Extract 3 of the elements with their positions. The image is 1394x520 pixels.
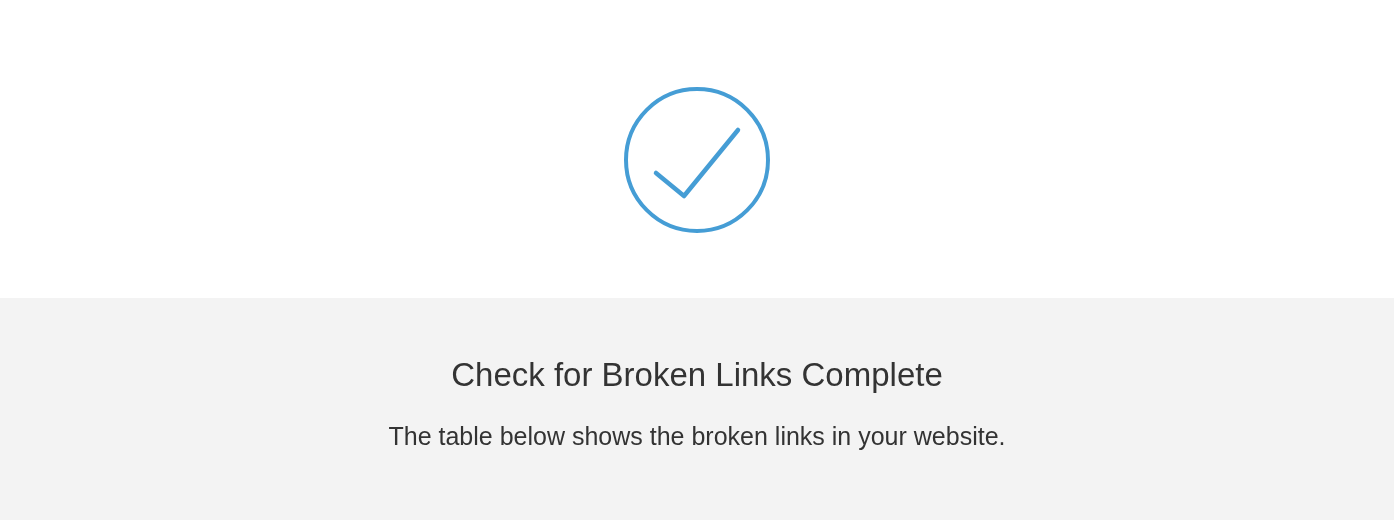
status-message: The table below shows the broken links in your website. (388, 421, 1006, 452)
status-title: Check for Broken Links Complete (451, 355, 943, 395)
checkmark-circle-icon (623, 86, 771, 234)
